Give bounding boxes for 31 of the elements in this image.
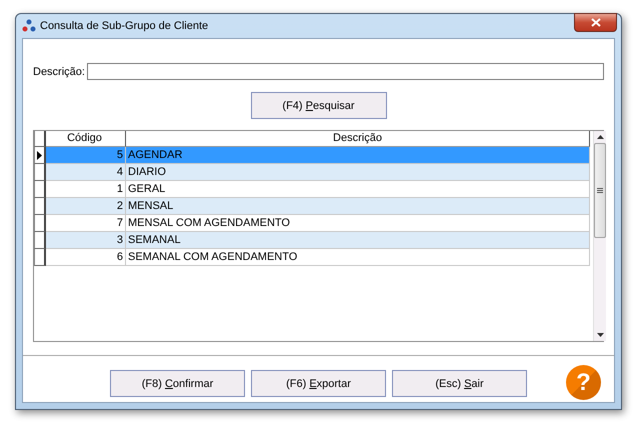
table-cell: 6 [46,249,126,266]
table-row[interactable]: 6 SEMANAL COM AGENDAMENTO [34,249,590,266]
table-row[interactable]: 3 SEMANAL [34,232,590,249]
table-row[interactable]: 4 DIARIO [34,164,590,181]
table-cell: 3 [46,232,126,249]
app-icon [22,19,36,33]
search-button[interactable]: (F4) Pesquisar [250,92,386,119]
table-cell: DIARIO [126,164,590,181]
field-label: Descrição: [33,66,85,78]
table-cell: SEMANAL COM AGENDAMENTO [126,249,590,266]
grid-corner-cell [34,131,46,147]
column-header[interactable]: Código [46,131,126,147]
table-cell: 2 [46,198,126,215]
table-cell: 4 [46,164,126,181]
table-row[interactable]: 5 AGENDAR [34,147,590,164]
current-row-icon [37,150,42,160]
action-button[interactable]: (F8) Confirmar [110,370,245,397]
window-title: Consulta de Sub-Grupo de Cliente [40,20,208,32]
close-icon [590,18,600,27]
action-button[interactable]: (Esc) Sair [392,370,527,397]
scrollbar[interactable] [593,131,606,341]
table-cell: MENSAL [126,198,590,215]
scroll-thumb[interactable] [594,143,606,238]
description-field[interactable] [86,63,604,80]
table-row[interactable]: 2 MENSAL [34,198,590,215]
close-button[interactable] [574,13,617,32]
scroll-up-icon[interactable] [596,135,604,139]
scroll-down-icon[interactable] [596,333,604,337]
table-cell: SEMANAL [126,232,590,249]
column-header[interactable]: Descrição [126,131,590,147]
action-button[interactable]: (F6) Exportar [251,370,386,397]
